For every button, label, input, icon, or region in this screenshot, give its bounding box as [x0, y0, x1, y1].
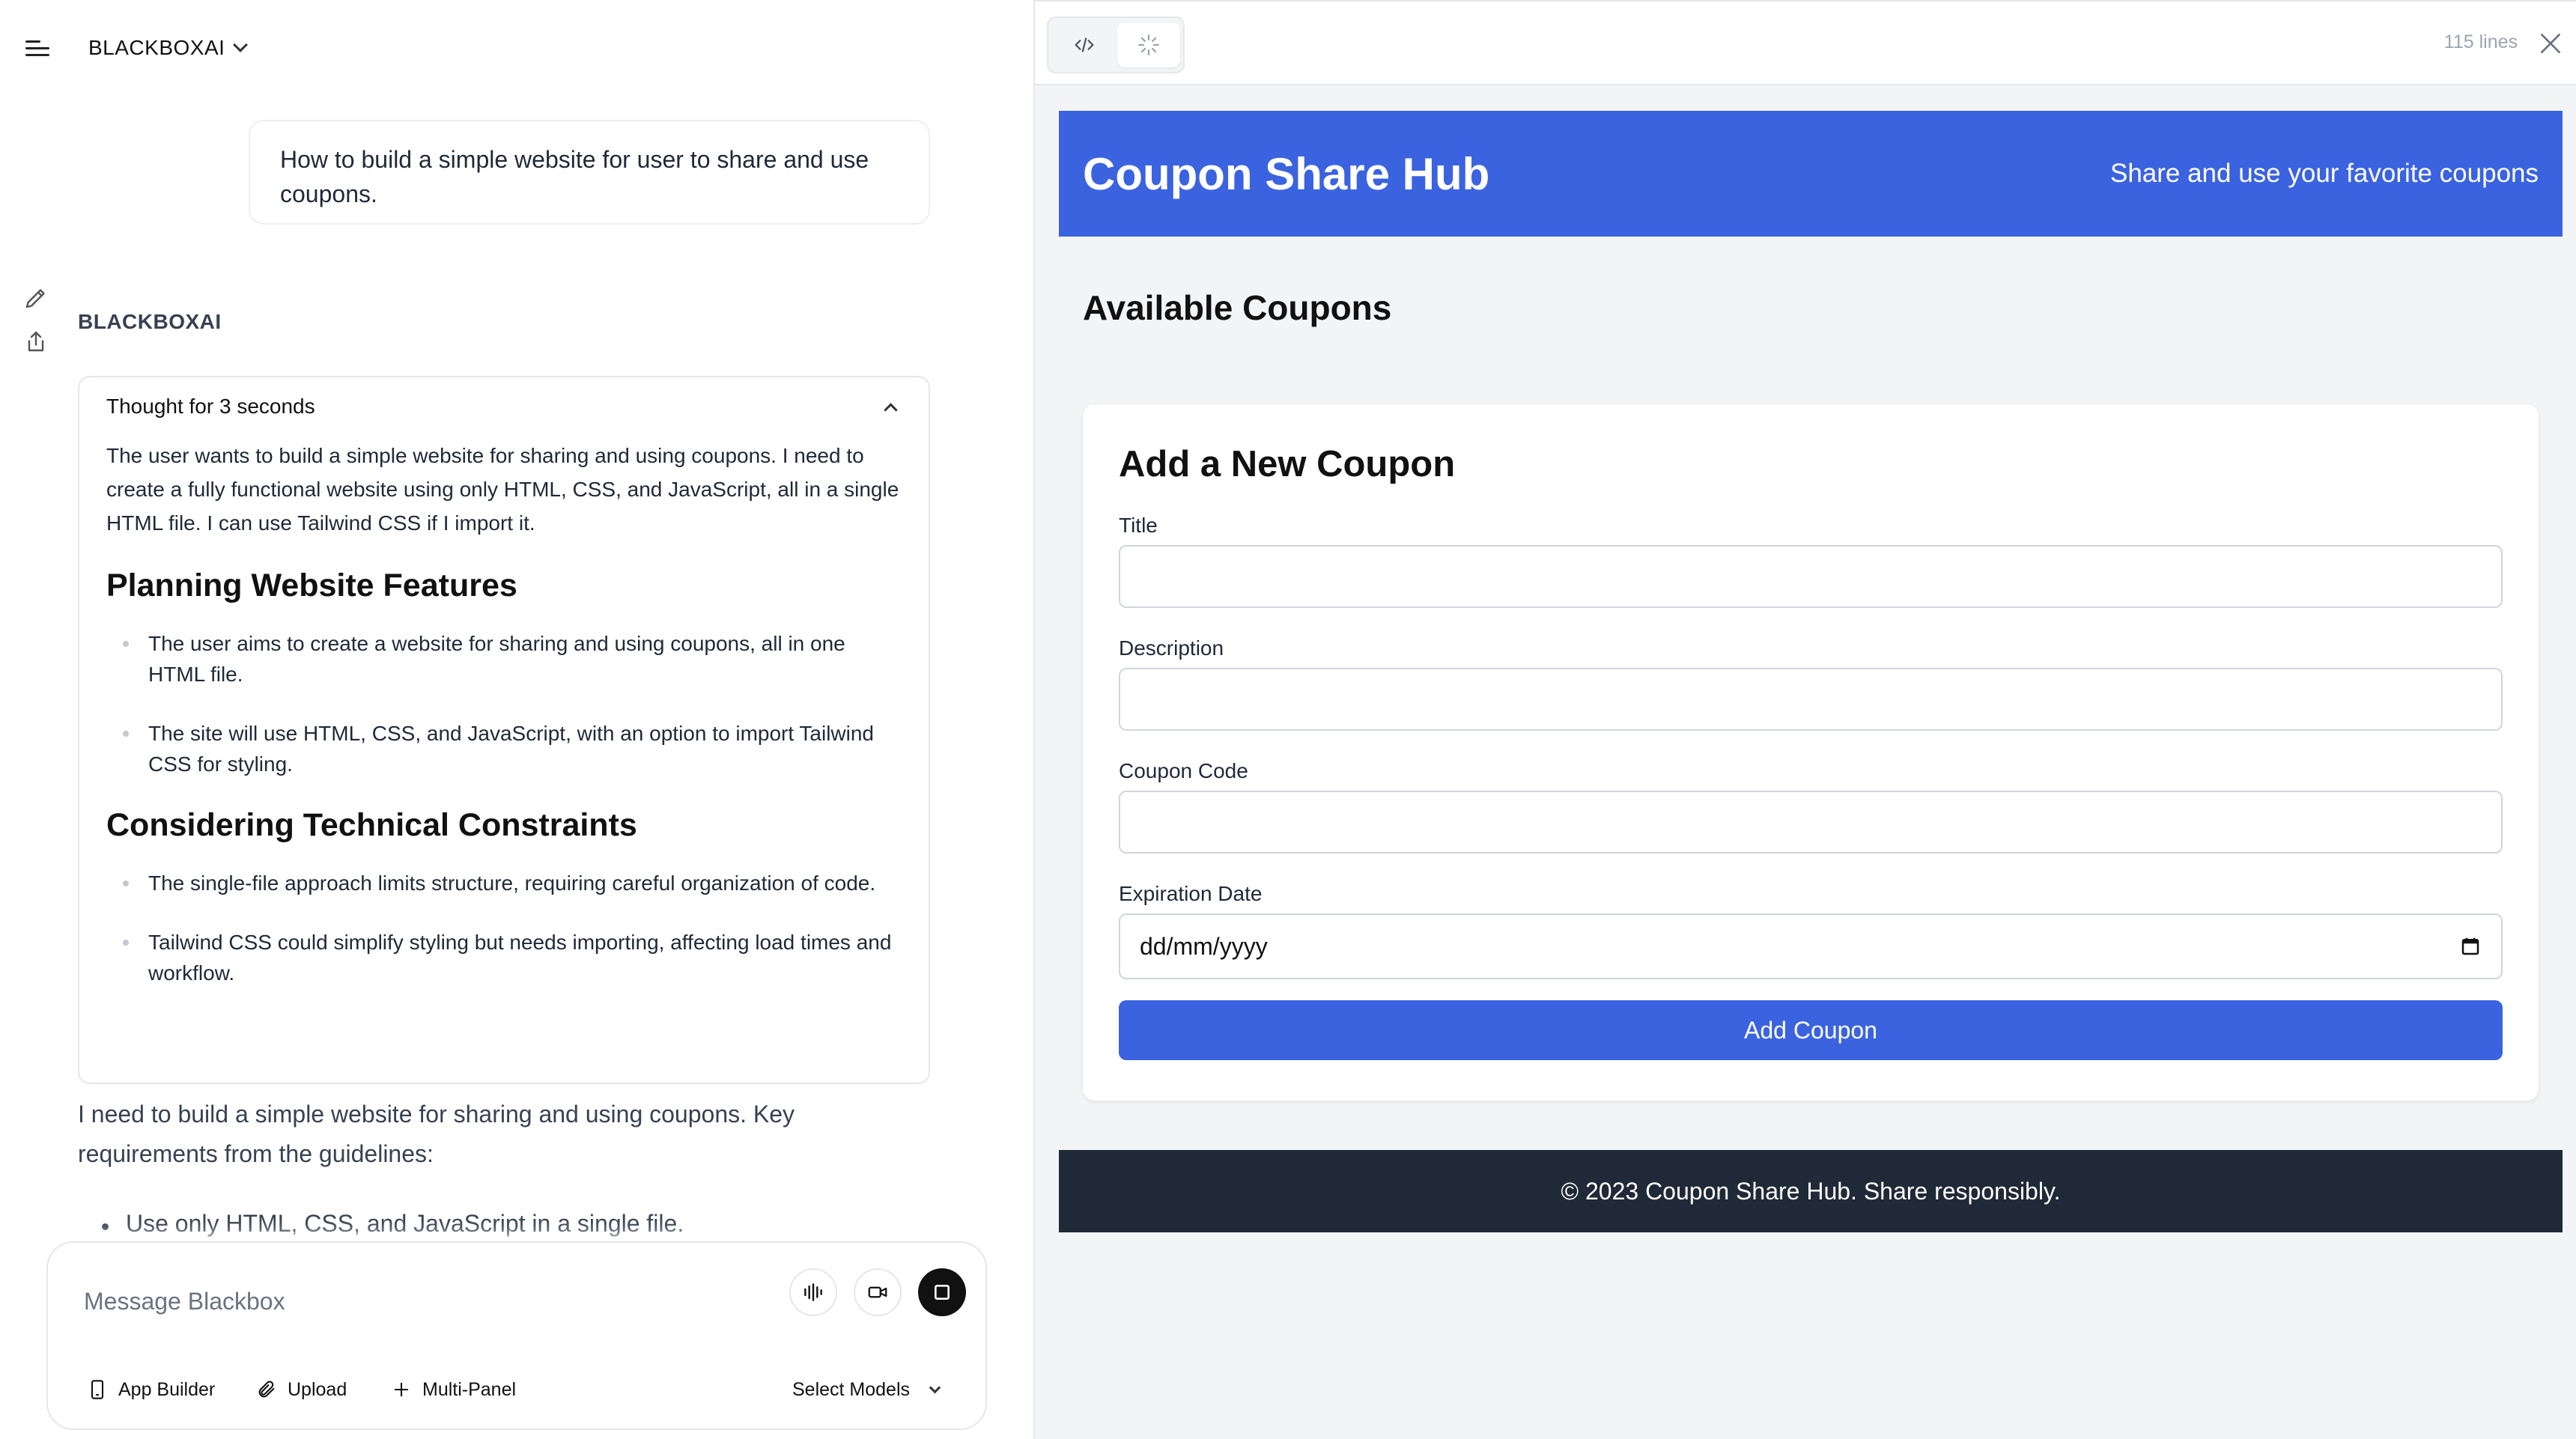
code-icon: [1075, 37, 1094, 52]
stop-icon: [935, 1285, 950, 1300]
plus-icon: [394, 1382, 409, 1397]
calendar-icon[interactable]: [2459, 935, 2482, 958]
response-text: I need to build a simple website for sha…: [78, 1101, 795, 1167]
app-builder-label: App Builder: [118, 1378, 216, 1400]
video-button[interactable]: [854, 1268, 902, 1316]
thought-list: The single-file approach limits structur…: [106, 868, 902, 988]
model-switcher[interactable]: BLACKBOXAI: [88, 31, 249, 64]
multi-panel-button[interactable]: Multi-Panel: [391, 1372, 516, 1408]
message-composer: App Builder Upload Multi-Panel Select Mo…: [46, 1241, 987, 1430]
user-message: How to build a simple website for user t…: [249, 120, 930, 225]
chevron-down-icon: [233, 37, 249, 52]
thought-intro: The user wants to build a simple website…: [106, 444, 899, 535]
thought-panel: Thought for 3 seconds The user wants to …: [78, 376, 930, 1084]
description-input[interactable]: [1119, 668, 2503, 731]
select-models-button[interactable]: Select Models: [792, 1372, 941, 1408]
voice-button[interactable]: [789, 1268, 837, 1316]
menu-icon[interactable]: [21, 33, 54, 63]
loading-spinner-icon: [1138, 34, 1159, 55]
waveform-icon: [804, 1283, 822, 1301]
site-preview: Coupon Share Hub Share and use your favo…: [1059, 111, 2563, 1232]
site-title: Coupon Share Hub: [1083, 148, 1490, 199]
list-item: Tailwind CSS could simplify styling but …: [106, 927, 902, 988]
stop-button[interactable]: [918, 1268, 966, 1316]
response-bullet: Use only HTML, CSS, and JavaScript in a …: [99, 1207, 923, 1240]
thought-list: The user aims to create a website for sh…: [106, 628, 902, 779]
title-label: Title: [1119, 514, 1158, 537]
edit-icon[interactable]: [22, 285, 49, 311]
bot-name: BLACKBOXAI: [78, 310, 222, 333]
coupon-code-label: Coupon Code: [1119, 759, 1248, 782]
select-models-label: Select Models: [792, 1378, 911, 1400]
site-header: Coupon Share Hub Share and use your favo…: [1059, 111, 2563, 237]
lines-count: 115 lines: [2443, 31, 2518, 52]
thought-heading: Considering Technical Constraints: [106, 807, 637, 843]
list-item: The site will use HTML, CSS, and JavaScr…: [106, 718, 902, 779]
date-placeholder: dd/mm/yyyy: [1140, 932, 1268, 960]
preview-panel: 115 lines Coupon Share Hub Share and use…: [1035, 0, 2576, 1439]
thought-heading: Planning Website Features: [106, 568, 517, 603]
title-input[interactable]: [1119, 545, 2503, 608]
phone-icon: [91, 1380, 104, 1399]
share-icon[interactable]: [22, 328, 49, 355]
site-tagline: Share and use your favorite coupons: [2109, 159, 2539, 188]
video-camera-icon: [868, 1286, 887, 1298]
chat-panel: BLACKBOXAI How to build a simple website…: [0, 0, 1033, 1439]
preview-toolbar: 115 lines: [1035, 0, 2576, 85]
thought-body: The user wants to build a simple website…: [106, 439, 902, 988]
app-builder-button[interactable]: App Builder: [87, 1372, 215, 1408]
tab-code[interactable]: [1053, 22, 1116, 67]
multi-panel-label: Multi-Panel: [422, 1378, 517, 1400]
description-label: Description: [1119, 636, 1224, 660]
coupons-heading: Available Coupons: [1083, 288, 1392, 327]
list-item: The user aims to create a website for sh…: [106, 628, 902, 690]
add-coupon-form: Add a New Coupon Title Description Coupo…: [1083, 404, 2539, 1101]
message-input[interactable]: [84, 1279, 758, 1324]
list-item: The single-file approach limits structur…: [106, 868, 902, 898]
close-icon[interactable]: [2536, 28, 2566, 58]
expiration-date-input[interactable]: dd/mm/yyyy: [1119, 913, 2503, 979]
chevron-down-icon: [929, 1381, 941, 1393]
coupon-code-input[interactable]: [1119, 791, 2503, 854]
form-title: Add a New Coupon: [1119, 444, 1456, 484]
paperclip-icon: [258, 1381, 275, 1398]
upload-button[interactable]: Upload: [256, 1372, 347, 1408]
add-coupon-button[interactable]: Add Coupon: [1119, 1000, 2503, 1060]
site-footer: © 2023 Coupon Share Hub. Share responsib…: [1059, 1150, 2563, 1232]
chevron-up-icon: [884, 402, 898, 417]
upload-label: Upload: [288, 1378, 347, 1400]
thought-toggle[interactable]: Thought for 3 seconds: [106, 377, 902, 433]
expiration-label: Expiration Date: [1119, 882, 1263, 905]
tab-preview[interactable]: [1117, 22, 1180, 67]
brand-name: BLACKBOXAI: [88, 36, 225, 59]
thought-title: Thought for 3 seconds: [106, 395, 315, 418]
view-tabs: [1047, 16, 1185, 73]
